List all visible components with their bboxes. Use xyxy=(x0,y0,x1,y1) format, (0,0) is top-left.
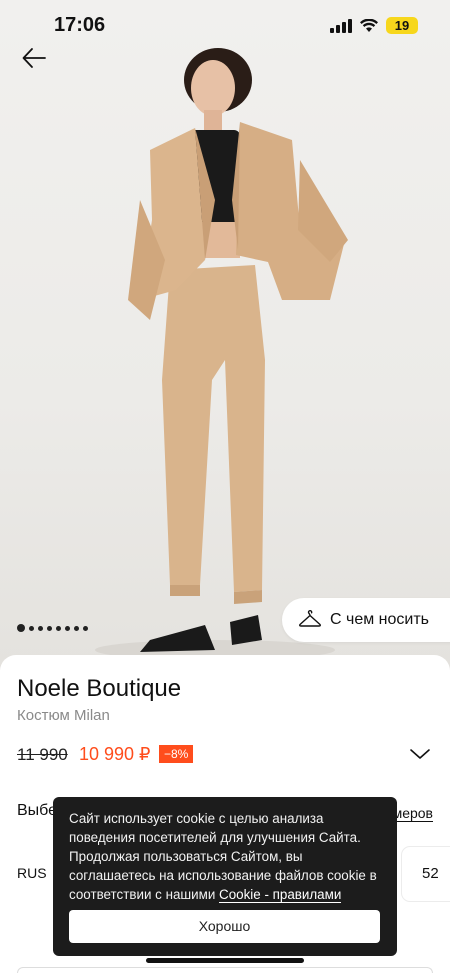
carousel-dot[interactable] xyxy=(74,625,79,631)
complete-look-label: С чем носить xyxy=(330,611,430,628)
carousel-dot[interactable] xyxy=(56,625,61,631)
cellular-signal-icon xyxy=(330,18,352,33)
wifi-icon xyxy=(360,18,378,32)
cookie-banner: Сайт использует cookie с целью анализа п… xyxy=(53,797,397,956)
back-button[interactable] xyxy=(20,44,48,72)
status-time: 17:06 xyxy=(54,14,106,36)
carousel-dot[interactable] xyxy=(38,625,43,631)
bottom-field xyxy=(17,967,433,973)
chevron-down-icon xyxy=(410,749,430,759)
carousel-dot[interactable] xyxy=(65,625,70,631)
cookie-message: Сайт использует cookie с целью анализа п… xyxy=(69,809,381,904)
cookie-accept-button[interactable]: Хорошо xyxy=(69,910,380,943)
price-details-toggle[interactable] xyxy=(409,747,431,761)
size-option[interactable]: 52 xyxy=(402,847,450,901)
status-bar: 17:06 19 xyxy=(0,0,450,50)
complete-look-button[interactable]: С чем носить xyxy=(282,598,450,642)
carousel-dot[interactable] xyxy=(47,625,52,631)
hanger-icon xyxy=(298,609,322,627)
old-price: 11 990 xyxy=(17,745,68,764)
carousel-dot[interactable] xyxy=(29,625,34,631)
home-indicator xyxy=(146,958,304,963)
product-name: Костюм Milan xyxy=(17,707,110,724)
carousel-dot[interactable] xyxy=(17,624,25,632)
arrow-left-icon xyxy=(22,48,46,68)
carousel-dot[interactable] xyxy=(83,625,88,631)
product-photo[interactable] xyxy=(0,0,450,670)
current-price: 10 990 ₽ xyxy=(79,744,151,764)
cookie-policy-link[interactable]: Cookie - правилами xyxy=(219,887,342,903)
discount-badge: −8% xyxy=(159,745,194,763)
carousel-dots[interactable] xyxy=(17,624,88,632)
status-icons: 19 xyxy=(330,17,418,34)
battery-indicator: 19 xyxy=(386,17,418,34)
brand-name[interactable]: Noele Boutique xyxy=(17,675,181,703)
model-illustration xyxy=(95,48,348,660)
size-system-label[interactable]: RUS xyxy=(17,865,47,881)
